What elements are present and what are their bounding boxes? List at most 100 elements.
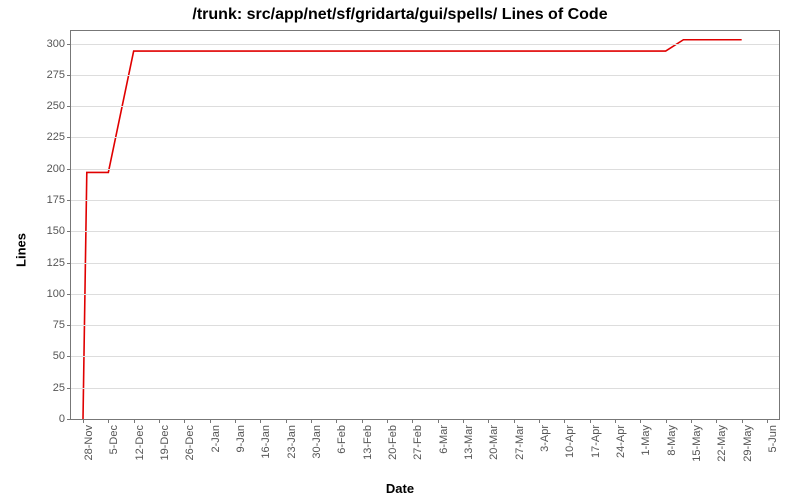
ytick-label: 275 [47,69,65,81]
gridline [71,75,779,76]
xtick-mark [184,419,185,423]
xtick-mark [210,419,211,423]
gridline [71,169,779,170]
line-series [71,31,779,419]
ytick-mark [67,388,71,389]
ytick-label: 75 [53,319,65,331]
xtick-label: 13-Mar [463,425,475,460]
xtick-mark [640,419,641,423]
ytick-mark [67,44,71,45]
xtick-mark [488,419,489,423]
ytick-label: 150 [47,225,65,237]
ytick-mark [67,419,71,420]
xtick-label: 6-Mar [438,425,450,454]
xtick-label: 8-May [666,425,678,456]
xtick-mark [362,419,363,423]
ytick-label: 300 [47,38,65,50]
xtick-label: 3-Apr [539,425,551,452]
gridline [71,137,779,138]
ytick-label: 100 [47,288,65,300]
ytick-mark [67,75,71,76]
xtick-label: 13-Feb [362,425,374,460]
xtick-mark [767,419,768,423]
series-line [83,40,742,419]
xtick-label: 23-Jan [286,425,298,459]
ytick-mark [67,263,71,264]
xtick-label: 20-Feb [387,425,399,460]
xtick-mark [742,419,743,423]
xtick-mark [438,419,439,423]
gridline [71,231,779,232]
xtick-mark [590,419,591,423]
y-axis-label: Lines [13,233,28,267]
xtick-label: 27-Feb [412,425,424,460]
gridline [71,263,779,264]
xtick-label: 28-Nov [83,425,95,460]
ytick-label: 0 [59,413,65,425]
ytick-mark [67,200,71,201]
ytick-mark [67,106,71,107]
xtick-mark [311,419,312,423]
plot-area: 025507510012515017520022525027530028-Nov… [70,30,780,420]
xtick-mark [286,419,287,423]
ytick-label: 125 [47,257,65,269]
xtick-label: 30-Jan [311,425,323,459]
xtick-mark [691,419,692,423]
xtick-mark [83,419,84,423]
xtick-mark [412,419,413,423]
ytick-mark [67,169,71,170]
xtick-mark [463,419,464,423]
xtick-label: 15-May [691,425,703,462]
xtick-label: 5-Jun [767,425,779,453]
xtick-mark [539,419,540,423]
ytick-mark [67,325,71,326]
xtick-label: 12-Dec [134,425,146,460]
chart-title: /trunk: src/app/net/sf/gridarta/gui/spel… [0,6,800,24]
ytick-mark [67,356,71,357]
xtick-mark [615,419,616,423]
gridline [71,356,779,357]
xtick-mark [564,419,565,423]
xtick-label: 27-Mar [514,425,526,460]
xtick-label: 24-Apr [615,425,627,458]
xtick-label: 29-May [742,425,754,462]
ytick-mark [67,294,71,295]
xtick-mark [108,419,109,423]
xtick-label: 10-Apr [564,425,576,458]
gridline [71,106,779,107]
xtick-label: 19-Dec [159,425,171,460]
ytick-label: 225 [47,131,65,143]
xtick-label: 20-Mar [488,425,500,460]
ytick-label: 25 [53,382,65,394]
ytick-label: 200 [47,163,65,175]
xtick-label: 16-Jan [260,425,272,459]
xtick-label: 2-Jan [210,425,222,453]
gridline [71,325,779,326]
gridline [71,200,779,201]
xtick-label: 22-May [716,425,728,462]
xtick-mark [260,419,261,423]
xtick-mark [666,419,667,423]
x-axis-label: Date [0,481,800,496]
xtick-mark [134,419,135,423]
gridline [71,388,779,389]
xtick-label: 9-Jan [235,425,247,453]
xtick-mark [387,419,388,423]
xtick-label: 1-May [640,425,652,456]
gridline [71,294,779,295]
xtick-label: 5-Dec [108,425,120,454]
xtick-label: 6-Feb [336,425,348,454]
xtick-label: 26-Dec [184,425,196,460]
gridline [71,44,779,45]
ytick-mark [67,231,71,232]
xtick-mark [336,419,337,423]
xtick-mark [235,419,236,423]
xtick-mark [159,419,160,423]
xtick-label: 17-Apr [590,425,602,458]
ytick-label: 250 [47,100,65,112]
ytick-label: 175 [47,194,65,206]
loc-chart: /trunk: src/app/net/sf/gridarta/gui/spel… [0,0,800,500]
ytick-mark [67,137,71,138]
xtick-mark [514,419,515,423]
ytick-label: 50 [53,350,65,362]
